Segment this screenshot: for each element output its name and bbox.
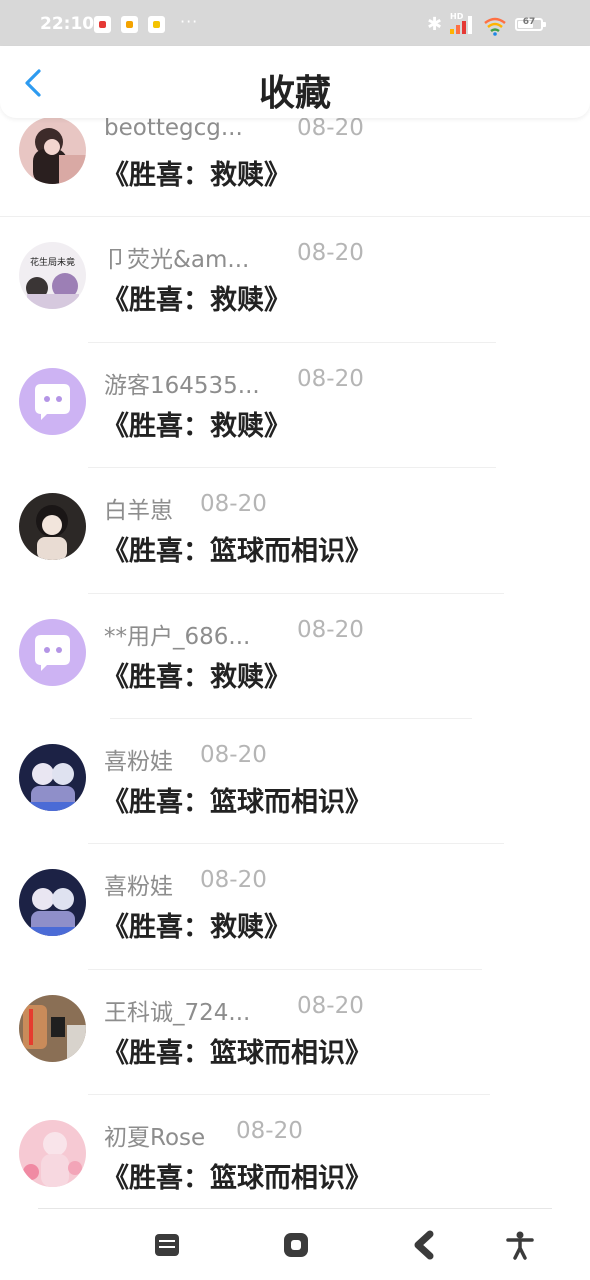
favorite-item[interactable]: 喜粉娃 08-20 《胜喜：篮球而相识》 xyxy=(0,719,590,845)
user-avatar[interactable] xyxy=(19,618,86,686)
favorite-date: 08-20 xyxy=(297,616,364,643)
favorite-date: 08-20 xyxy=(200,742,267,768)
favorite-title[interactable]: 《胜喜：篮球而相识》 xyxy=(102,1031,372,1070)
user-name[interactable]: 游客164535... xyxy=(104,366,260,400)
user-name[interactable]: 王科诚_724... xyxy=(104,993,250,1027)
favorite-title[interactable]: 《胜喜：救赎》 xyxy=(102,404,291,443)
favorites-list: beottegcg... 08-20 《胜喜：救赎》 花生局未竟 卩荧光&am.… xyxy=(0,92,590,1208)
user-name[interactable]: 白羊崽 xyxy=(104,491,173,525)
favorite-item[interactable]: 花生局未竟 卩荧光&am... 08-20 《胜喜：救赎》 xyxy=(0,217,590,343)
user-avatar[interactable] xyxy=(19,493,86,561)
favorite-item[interactable]: 王科诚_724... 08-20 《胜喜：篮球而相识》 xyxy=(0,970,590,1096)
favorite-date: 08-20 xyxy=(200,867,267,894)
nav-divider xyxy=(38,1208,552,1209)
user-name[interactable]: 初夏Rose xyxy=(104,1118,205,1152)
battery-level: 67 xyxy=(522,17,536,27)
favorite-date: 08-20 xyxy=(297,240,364,267)
user-name[interactable]: 喜粉娃 xyxy=(104,867,173,901)
favorite-date: 08-20 xyxy=(200,491,267,518)
accessibility-icon[interactable] xyxy=(505,1230,535,1260)
user-name[interactable]: 卩荧光&am... xyxy=(104,240,249,274)
user-name[interactable]: 喜粉娃 xyxy=(104,742,173,776)
favorite-title[interactable]: 《胜喜：篮球而相识》 xyxy=(102,1156,372,1195)
user-avatar[interactable] xyxy=(19,1120,86,1188)
page-title: 收藏 xyxy=(258,73,331,114)
user-avatar[interactable]: 花生局未竟 xyxy=(19,242,86,310)
favorite-item[interactable]: 喜粉娃 08-20 《胜喜：救赎》 xyxy=(0,844,590,970)
notification-icon xyxy=(148,16,165,33)
recent-apps-button[interactable] xyxy=(152,1230,182,1260)
favorite-title[interactable]: 《胜喜：救赎》 xyxy=(102,905,291,944)
user-name[interactable]: beottegcg... xyxy=(104,115,243,141)
user-avatar[interactable] xyxy=(19,744,86,811)
notification-icon xyxy=(121,16,138,33)
user-avatar[interactable] xyxy=(19,117,86,184)
avatar-caption: 花生局未竟 xyxy=(30,256,75,268)
favorite-title[interactable]: 《胜喜：救赎》 xyxy=(102,655,291,694)
bluetooth-icon: ✱ xyxy=(427,14,443,35)
favorite-title[interactable]: 《胜喜：救赎》 xyxy=(102,153,291,192)
favorite-date: 08-20 xyxy=(297,365,364,392)
back-nav-button[interactable] xyxy=(410,1230,440,1260)
favorite-item[interactable]: **用户_686... 08-20 《胜喜：救赎》 xyxy=(0,594,590,719)
user-avatar[interactable] xyxy=(19,367,86,435)
favorite-title[interactable]: 《胜喜：救赎》 xyxy=(102,278,291,317)
favorite-item[interactable]: 初夏Rose 08-20 《胜喜：篮球而相识》 xyxy=(0,1095,590,1208)
notification-icon xyxy=(94,16,111,33)
favorite-title[interactable]: 《胜喜：篮球而相识》 xyxy=(102,780,372,819)
system-navigation-bar xyxy=(0,1208,590,1280)
favorite-item[interactable]: 白羊崽 08-20 《胜喜：篮球而相识》 xyxy=(0,468,590,594)
wifi-icon xyxy=(484,17,506,36)
status-bar: 22:10 ··· ✱ HD 67 xyxy=(0,0,590,46)
favorite-item[interactable]: 游客164535... 08-20 《胜喜：救赎》 xyxy=(0,343,590,469)
status-time: 22:10 xyxy=(40,14,95,34)
app-header: 收藏 xyxy=(0,46,590,118)
favorite-date: 08-20 xyxy=(297,992,364,1019)
home-button[interactable] xyxy=(281,1230,311,1260)
signal-icon xyxy=(450,16,474,34)
more-notifications-icon: ··· xyxy=(180,12,199,31)
user-avatar[interactable] xyxy=(19,994,86,1062)
battery-icon: 67 xyxy=(515,17,546,31)
user-avatar[interactable] xyxy=(19,869,86,937)
user-name[interactable]: **用户_686... xyxy=(104,617,250,651)
favorite-title[interactable]: 《胜喜：篮球而相识》 xyxy=(102,529,372,568)
favorite-date: 08-20 xyxy=(236,1118,303,1145)
favorite-date: 08-20 xyxy=(297,115,364,141)
